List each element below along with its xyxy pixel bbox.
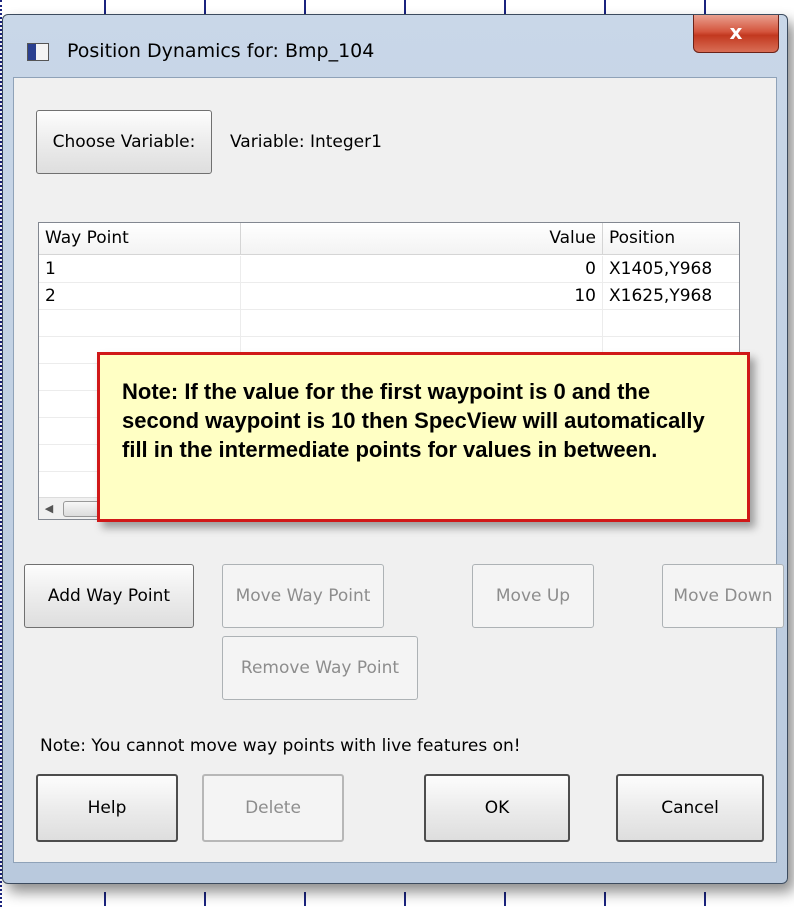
move-up-button[interactable]: Move Up (472, 564, 594, 628)
move-down-button[interactable]: Move Down (662, 564, 784, 628)
column-header-position[interactable]: Position (603, 223, 741, 255)
move-way-point-button[interactable]: Move Way Point (222, 564, 384, 628)
window-title: Position Dynamics for: Bmp_104 (67, 40, 375, 62)
guide-tick (404, 892, 406, 906)
remove-way-point-button[interactable]: Remove Way Point (222, 636, 418, 700)
choose-variable-button[interactable]: Choose Variable: (36, 110, 212, 174)
column-header-value[interactable]: Value (241, 223, 603, 255)
variable-text: Variable: Integer1 (230, 132, 382, 152)
guide-tick (604, 892, 606, 906)
help-label: Help (87, 798, 127, 818)
add-way-point-button[interactable]: Add Way Point (24, 564, 194, 628)
guide-tick (204, 0, 206, 14)
cell-way-point: 2 (39, 283, 241, 310)
move-way-point-label: Move Way Point (235, 586, 371, 606)
title-bar[interactable]: Position Dynamics for: Bmp_104 x (3, 15, 787, 77)
guide-tick (104, 892, 106, 906)
note-callout: Note: If the value for the first waypoin… (97, 352, 750, 522)
table-row[interactable]: 1 0 X1405,Y968 (39, 256, 739, 283)
empty-cell (39, 310, 241, 337)
guide-tick (604, 0, 606, 14)
guide-tick (504, 892, 506, 906)
callout-text: Note: If the value for the first waypoin… (122, 379, 705, 462)
guide-tick (404, 0, 406, 14)
guide-tick (704, 892, 706, 906)
guide-tick (304, 892, 306, 906)
cell-position: X1405,Y968 (609, 259, 713, 279)
ok-button[interactable]: OK (424, 774, 570, 842)
table-row[interactable]: 2 10 X1625,Y968 (39, 283, 739, 310)
guide-tick (304, 0, 306, 14)
cell-value: 0 (241, 256, 603, 283)
live-features-note: Note: You cannot move way points with li… (40, 736, 521, 756)
guide-tick (104, 0, 106, 14)
add-way-point-label: Add Way Point (47, 586, 171, 606)
column-header-way-point[interactable]: Way Point (39, 223, 241, 255)
list-header: Way Point Value Position (39, 223, 739, 255)
cancel-label: Cancel (661, 798, 719, 818)
help-button[interactable]: Help (36, 774, 178, 842)
chevron-left-icon[interactable]: ◀ (39, 498, 59, 520)
ok-label: OK (484, 798, 510, 818)
guide-tick (204, 892, 206, 906)
remove-way-point-label: Remove Way Point (240, 658, 400, 678)
move-up-label: Move Up (495, 586, 571, 606)
delete-button[interactable]: Delete (202, 774, 344, 842)
choose-variable-label: Choose Variable: (52, 132, 196, 152)
guide-tick (504, 0, 506, 14)
guide-tick (704, 0, 706, 14)
cell-position: X1625,Y968 (609, 286, 713, 306)
cancel-button[interactable]: Cancel (616, 774, 764, 842)
delete-label: Delete (245, 798, 301, 818)
move-down-label: Move Down (673, 586, 773, 606)
close-icon: x (729, 20, 743, 44)
empty-row (39, 310, 739, 337)
close-button[interactable]: x (693, 15, 779, 53)
empty-cell (241, 310, 603, 337)
window-icon (27, 43, 49, 61)
cell-way-point: 1 (39, 256, 241, 283)
cell-value: 10 (241, 283, 603, 310)
